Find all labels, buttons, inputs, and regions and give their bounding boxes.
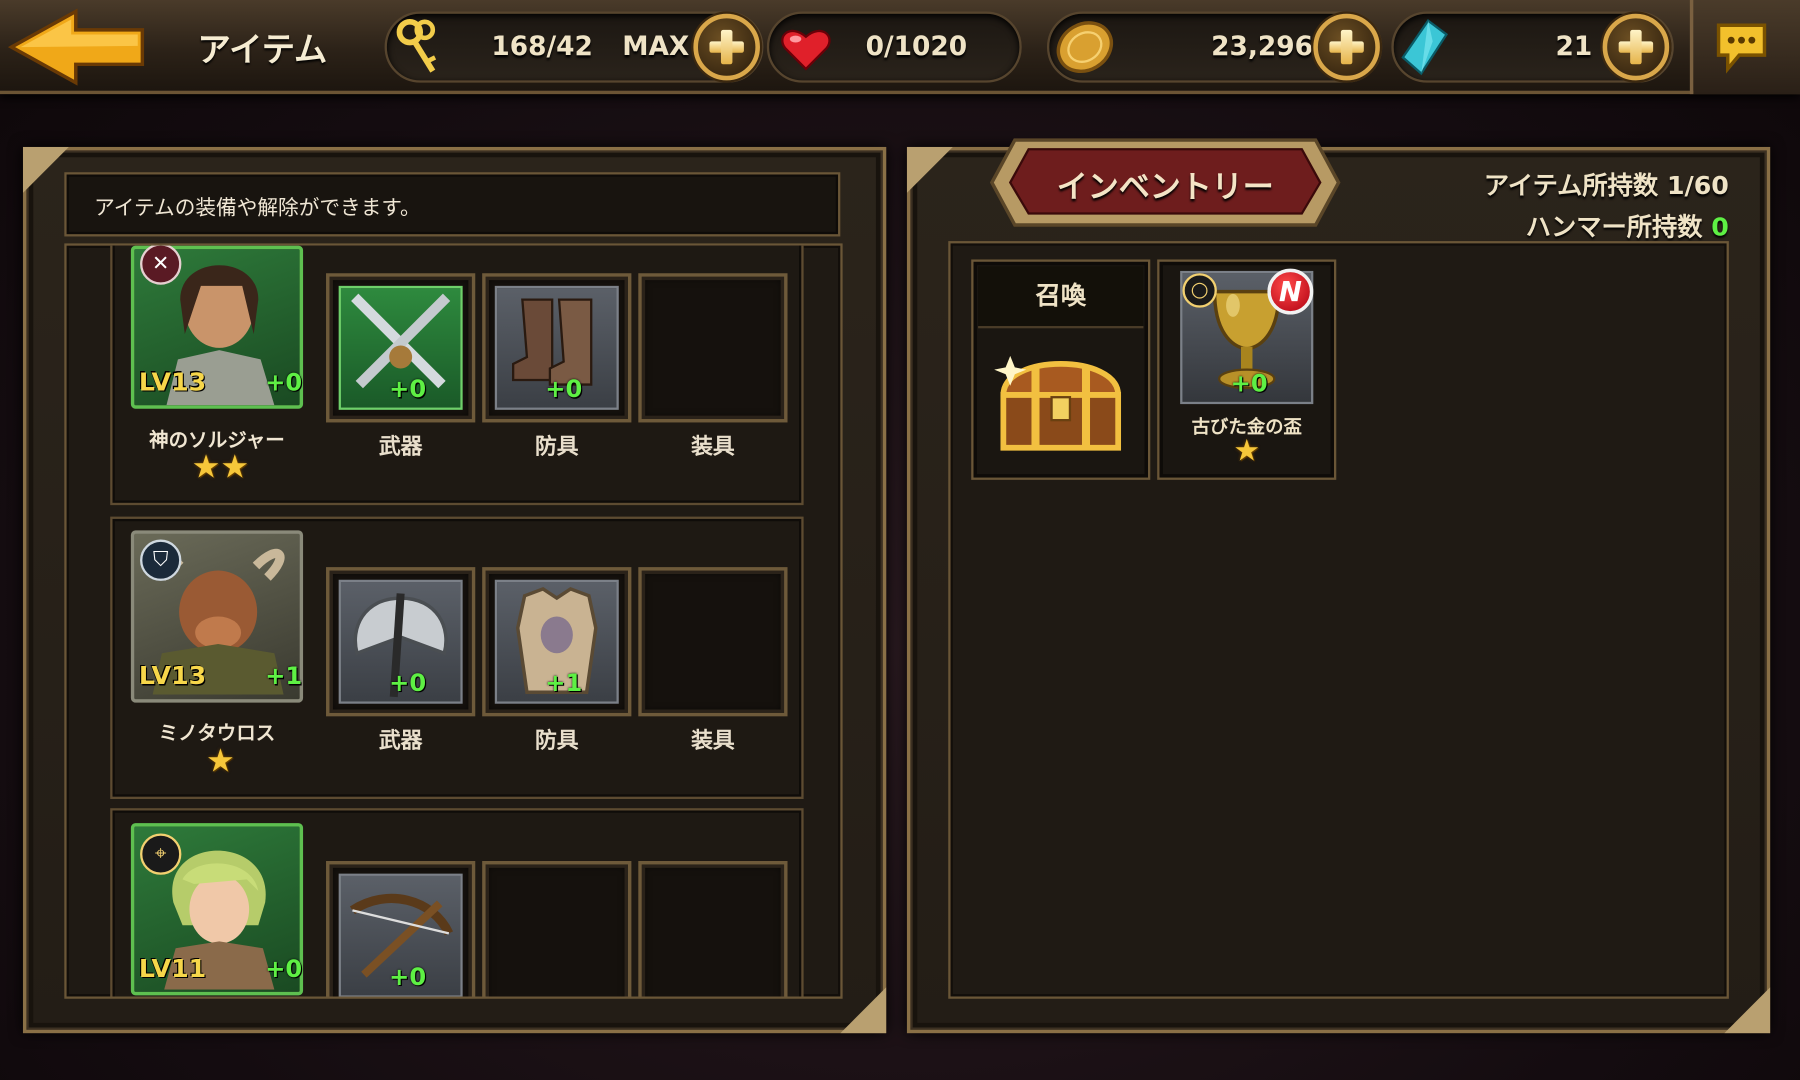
panel-corner-ornament (906, 146, 953, 193)
keys-value: 168/42 (491, 32, 593, 62)
slot-label: 防具 (534, 433, 579, 460)
page-title: アイテム (197, 29, 328, 69)
close-swords-icon: ✕ (140, 245, 182, 285)
back-arrow-icon[interactable] (7, 7, 147, 87)
shield-icon: ⛉ (140, 539, 182, 581)
weapon-slot[interactable]: +0 (326, 861, 476, 997)
inventory-tab[interactable]: インベントリー (990, 162, 1341, 207)
hero-list[interactable]: LV13 +0 ✕ 神のソルジャー ★★ +0 武器 +0 防具 装具 LV13… (64, 243, 843, 999)
weapon-slot[interactable]: +0 (326, 567, 476, 717)
slot-plus: +0 (545, 375, 583, 403)
panel-corner-ornament (22, 146, 69, 193)
accessory-slot[interactable] (638, 861, 788, 997)
hammer-count: ハンマー所持数 0 (1401, 207, 1729, 244)
gem-icon (1401, 19, 1449, 76)
slot-label: 防具 (534, 727, 579, 754)
item-count-label: アイテム所持数 1/60 (1483, 172, 1729, 201)
treasure-chest-icon (994, 355, 1122, 451)
hero-stars: ★★ (191, 447, 250, 486)
hero-plus: +0 (265, 368, 303, 397)
hero-level: LV11 (138, 955, 207, 984)
slot-plus: +0 (389, 375, 427, 403)
description-box: アイテムの装備や解除ができます。 (64, 172, 841, 237)
slot-label: 武器 (378, 433, 423, 460)
hero-level: LV13 (138, 368, 207, 398)
add-gold-button[interactable] (1313, 13, 1380, 81)
top-bar: アイテム 168/42 MAX 0/1020 23,296 21 (0, 0, 1800, 95)
hero-plus: +1 (265, 662, 303, 690)
hearts-value: 0/1020 (865, 32, 968, 62)
weapon-slot[interactable]: +0 (326, 273, 476, 423)
item-plus: +0 (1230, 369, 1268, 398)
inventory-item[interactable]: +0 ○ N 古びた金の盃 ★ (1157, 259, 1337, 480)
summon-label: 召喚 (978, 266, 1144, 329)
gold-value: 23,296 (1211, 32, 1314, 62)
armor-slot[interactable]: +0 (482, 273, 632, 423)
keys-max-label: MAX (622, 32, 690, 62)
chat-icon (1716, 23, 1767, 74)
slot-label: 装具 (691, 433, 735, 460)
hero-level: LV13 (138, 662, 207, 692)
hammer-label: ハンマー所持数 (1525, 213, 1703, 243)
add-gems-button[interactable] (1602, 13, 1670, 81)
gems-value: 21 (1555, 32, 1593, 62)
description-text: アイテムの装備や解除ができます。 (94, 196, 421, 221)
hero-stars: ★ (205, 741, 235, 780)
inventory-grid[interactable]: 召喚 +0 ○ N 古びた金の盃 ★ (948, 241, 1729, 999)
game-screen: アイテム 168/42 MAX 0/1020 23,296 21 アイテムの装備… (0, 0, 1800, 1080)
hero-plus: +0 (265, 955, 303, 983)
accessory-slot[interactable] (638, 273, 788, 423)
slot-label: 装具 (691, 727, 735, 754)
item-stars: ★ (1233, 433, 1261, 469)
add-keys-button[interactable] (693, 13, 760, 81)
new-badge: N (1267, 268, 1314, 315)
slot-plus: +0 (389, 963, 427, 991)
panel-corner-ornament (840, 987, 887, 1034)
slot-label: 武器 (378, 727, 423, 754)
accessory-slot[interactable] (638, 567, 788, 717)
summon-slot[interactable]: 召喚 (971, 259, 1151, 480)
chat-button[interactable] (1689, 0, 1800, 95)
heart-icon (781, 29, 831, 71)
slot-plus: +1 (545, 669, 583, 697)
crosshair-icon: ⌖ (140, 833, 182, 875)
gold-coin-icon (1056, 21, 1114, 73)
key-icon (396, 18, 437, 73)
ring-icon: ○ (1182, 273, 1217, 308)
armor-slot[interactable]: +1 (482, 567, 632, 717)
hammer-value: 0 (1711, 213, 1729, 243)
armor-slot[interactable] (482, 861, 632, 997)
slot-plus: +0 (389, 669, 427, 697)
panel-corner-ornament (1724, 987, 1771, 1034)
